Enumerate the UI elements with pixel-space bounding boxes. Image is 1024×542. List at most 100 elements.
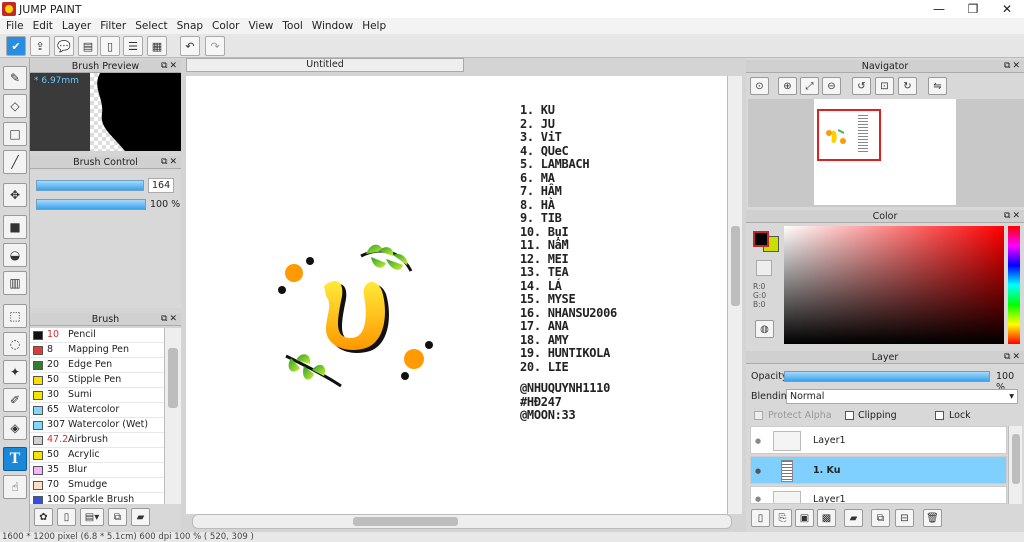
brush-item[interactable]: 20 Edge Pen [30,358,164,373]
panel-buttons[interactable]: ⧉✕ [161,60,179,73]
duplicate-layer-icon[interactable]: ⧉ [871,509,890,527]
line-icon[interactable]: ╱ [3,150,27,174]
brush-item[interactable]: 35 Blur [30,463,164,478]
zoom-in-icon[interactable]: ⊕ [778,77,797,95]
comment-icon[interactable]: ▤ [78,36,98,56]
flip-icon[interactable]: ⇋ [928,77,947,95]
palette-icon[interactable]: ◍ [755,320,774,338]
brush-item[interactable]: 30 Sumi [30,388,164,403]
menu-snap[interactable]: Snap [177,20,203,32]
menu-color[interactable]: Color [212,20,239,32]
brush-size-slider[interactable] [36,180,144,191]
zoom-icon[interactable]: ⊙ [750,77,769,95]
bucket-icon[interactable]: ◒ [3,243,27,267]
select-pen-icon[interactable]: ✐ [3,388,27,412]
visibility-icon[interactable]: ● [755,495,761,503]
brush-menu-icon[interactable]: ▤▾ [80,508,104,526]
canvas[interactable]: 1. KU 2. JU 3. ViT 4. QUeC 5. LAMBACH 6.… [186,76,727,514]
hue-slider[interactable] [1008,226,1020,344]
navigator-view[interactable] [748,99,1024,207]
brush-item[interactable]: 307 Watercolor (Wet) [30,418,164,433]
panel-buttons[interactable]: ⧉✕ [161,156,179,169]
transparent-swatch[interactable] [756,260,772,276]
export-icon[interactable]: ⇪ [30,36,50,56]
brush-item[interactable]: 10 Pencil [30,328,164,343]
brush-size-value[interactable]: 164 [148,178,174,193]
merge-layer-icon[interactable]: ⊟ [895,509,914,527]
page-icon[interactable]: ▯ [100,36,120,56]
brush-item[interactable]: 8 Mapping Pen [30,343,164,358]
panel-buttons[interactable]: ⧉✕ [1004,351,1022,364]
rotate-right-icon[interactable]: ↻ [898,77,917,95]
brush-scrollbar[interactable] [164,328,181,504]
lasso-icon[interactable]: ◌ [3,332,27,356]
panel-buttons[interactable]: ⧉✕ [1004,210,1022,223]
pen-icon[interactable]: ✎ [3,66,27,90]
gradient-icon[interactable]: ▥ [3,271,27,295]
grid-check-icon[interactable]: ▦ [147,36,167,56]
blending-select[interactable]: Normal ▾ [786,389,1018,404]
brush-item[interactable]: 70 Smudge [30,478,164,493]
rotate-left-icon[interactable]: ↺ [852,77,871,95]
check-icon[interactable]: ✔ [6,36,26,56]
brush-opacity-slider[interactable] [36,199,146,210]
new-layer-copy-icon[interactable]: ⎘ [773,509,792,527]
layer-image-icon[interactable]: ▣ [795,509,814,527]
menu-tool[interactable]: Tool [282,20,302,32]
menu-file[interactable]: File [6,20,24,32]
delete-layer-icon[interactable]: 🗑 [923,509,942,527]
hand-icon[interactable]: ☝ [3,475,27,499]
fill-rect-icon[interactable]: ■ [3,215,27,239]
rect-icon[interactable]: □ [3,122,27,146]
redo-icon[interactable]: ↷ [205,36,225,56]
panel-buttons[interactable]: ⧉✕ [161,313,179,326]
saturation-value-picker[interactable] [784,226,1004,344]
zoom-out-icon[interactable]: ⊖ [822,77,841,95]
brush-folder-icon[interactable]: ▰ [131,508,150,526]
speech-icon[interactable]: 💬 [54,36,74,56]
lock-checkbox[interactable] [935,411,944,420]
brush-new-icon[interactable]: ▯ [57,508,76,526]
layer-folder-icon[interactable]: ▰ [844,509,863,527]
visibility-icon[interactable]: ● [755,437,761,445]
select-rect-icon[interactable]: ⬚ [3,304,27,328]
brush-item[interactable]: 50 Stipple Pen [30,373,164,388]
layer-pattern-icon[interactable]: ▩ [817,509,836,527]
menu-edit[interactable]: Edit [33,20,53,32]
visibility-icon[interactable]: ● [755,467,761,475]
foreground-color-swatch[interactable] [753,231,769,247]
canvas-hscroll[interactable] [192,514,732,529]
brush-item[interactable]: 50 Acrylic [30,448,164,463]
wand-icon[interactable]: ✦ [3,360,27,384]
list-icon[interactable]: ☰ [123,36,143,56]
panel-buttons[interactable]: ⧉✕ [1004,60,1022,73]
eraser-icon[interactable]: ◇ [3,94,27,118]
minimize-button[interactable]: — [922,0,956,18]
brush-add-icon[interactable]: ✿ [34,508,53,526]
menu-window[interactable]: Window [312,20,353,32]
layer-opacity-slider[interactable] [784,371,990,382]
brush-item[interactable]: 47.2 Airbrush [30,433,164,448]
new-layer-icon[interactable]: ▯ [751,509,770,527]
menu-view[interactable]: View [248,20,273,32]
menu-help[interactable]: Help [362,20,386,32]
protect-alpha-checkbox[interactable] [754,411,763,420]
text-icon[interactable]: T [3,447,27,471]
layer-row-selected[interactable]: ● 1. Ku [750,456,1007,484]
menu-filter[interactable]: Filter [100,20,126,32]
undo-icon[interactable]: ↶ [180,36,200,56]
brush-copy-icon[interactable]: ⧉ [108,508,127,526]
reset-icon[interactable]: ⊡ [875,77,894,95]
select-eraser-icon[interactable]: ◈ [3,416,27,440]
layer-row[interactable]: ● Layer1 [750,426,1007,454]
fit-icon[interactable]: ⤢ [800,77,819,95]
clipping-checkbox[interactable] [845,411,854,420]
canvas-vscroll[interactable] [727,76,742,514]
menu-layer[interactable]: Layer [62,20,91,32]
menu-select[interactable]: Select [135,20,167,32]
canvas-tab[interactable]: Untitled [186,58,464,72]
move-icon[interactable]: ✥ [3,183,27,207]
close-button[interactable]: ✕ [990,0,1024,18]
brush-item[interactable]: 65 Watercolor [30,403,164,418]
restore-button[interactable]: ❐ [956,0,990,18]
